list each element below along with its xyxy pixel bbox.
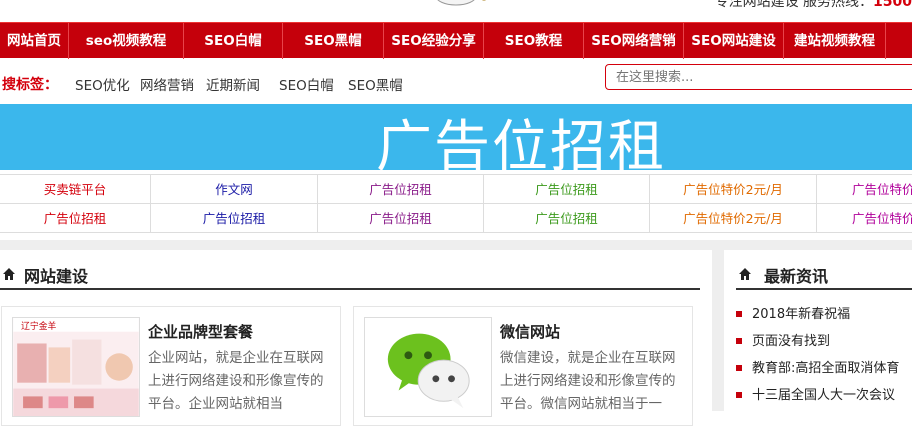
ad-banner[interactable]: 广告位招租 [0,104,912,180]
news-item-title: 2018年新春祝福 [752,307,851,322]
news-item-title: 十三届全国人大一次会议 [752,388,896,403]
search-input[interactable] [616,66,906,88]
link-cell[interactable]: 广告位招租 [151,204,318,233]
main-nav: 网站首页 seo视频教程 SEO白帽 SEO黑帽 SEO经验分享 SEO教程 S… [0,22,912,59]
website-section: 网站建设 辽宁金羊 企业品牌型套餐 企业网站，就是企业在互联网上进行网络建设和形… [0,250,700,426]
link-row: 买卖链平台 作文网 广告位招租 广告位招租 广告位特价2元/月 广告位特价 [0,175,912,204]
nav-seo-marketing[interactable]: SEO网络营销 [584,23,684,59]
home-icon [739,268,751,280]
nav-home[interactable]: 网站首页 [0,23,69,59]
tag-seo-whitehat[interactable]: SEO白帽 [279,74,334,94]
product-card[interactable]: 辽宁金羊 企业品牌型套餐 企业网站，就是企业在互联网上进行网络建设和形像宣传的平… [1,306,341,426]
link-cell[interactable]: 广告位招租 [318,204,484,233]
banner-text: 广告位招租 [376,115,666,180]
link-cell[interactable]: 广告位特价2元/月 [650,175,817,204]
link-cell[interactable]: 广告位招租 [484,175,650,204]
hotline-number: 1500 [873,0,912,10]
section-divider [0,240,912,250]
product-card[interactable]: 微信网站 微信建设，就是企业在互联网上进行网络建设和形像宣传的平台。微信网站就相… [353,306,693,426]
column-gutter [712,250,724,411]
news-section: 最新资讯 [736,250,912,306]
card-desc: 微信建设，就是企业在互联网上进行网络建设和形像宣传的平台。微信网站就相当于一 [500,350,676,412]
card-title: 企业品牌型套餐 [148,323,254,341]
bullet-icon [736,338,742,344]
nav-seo-video[interactable]: seo视频教程 [69,23,184,59]
news-item[interactable]: 2018年新春祝福 [736,306,912,333]
link-cell[interactable]: 买卖链平台 [0,175,151,204]
tag-network-marketing[interactable]: 网络营销 [140,74,194,94]
nav-seo-experience[interactable]: SEO经验分享 [384,23,484,59]
section-header: 网站建设 [0,262,700,290]
tag-seo-optimization[interactable]: SEO优化 [75,74,130,94]
bullet-icon [736,392,742,398]
wechat-icon [364,317,492,417]
tag-seo-blackhat[interactable]: SEO黑帽 [348,74,403,94]
brand-package-thumbnail: 辽宁金羊 [12,317,140,417]
section-title: 网站建设 [24,267,89,286]
link-cell[interactable]: 广告位特价 [817,204,912,233]
logo-cloud-icon [437,0,487,6]
section-title: 最新资讯 [764,267,829,286]
hotline-label: 专注网站建设 服务热线： [714,0,874,10]
link-cell[interactable]: 广告位特价 [817,175,912,204]
news-item[interactable]: 十三届全国人大一次会议 [736,387,912,414]
nav-seo-blackhat[interactable]: SEO黑帽 [283,23,384,59]
section-header: 最新资讯 [736,262,912,290]
news-item[interactable]: 教育部:高招全面取消体育 [736,360,912,387]
link-row: 广告位招租 广告位招租 广告位招租 广告位招租 广告位特价2元/月 广告位特价 [0,204,912,233]
search-box [605,64,912,90]
bullet-icon [736,311,742,317]
svg-text:辽宁金羊: 辽宁金羊 [21,320,56,332]
news-item[interactable]: 页面没有找到 [736,333,912,360]
link-cell[interactable]: 作文网 [151,175,318,204]
nav-build-video[interactable]: 建站视频教程 [784,23,886,59]
bullet-icon [736,365,742,371]
news-item-title: 教育部:高招全面取消体育 [752,361,900,376]
link-cell[interactable]: 广告位特价2元/月 [650,204,817,233]
nav-seo-whitehat[interactable]: SEO白帽 [184,23,283,59]
tag-recent-news[interactable]: 近期新闻 [206,74,260,94]
home-icon [3,268,15,280]
link-cell[interactable]: 广告位招租 [0,204,151,233]
news-list: 2018年新春祝福 页面没有找到 教育部:高招全面取消体育 十三届全国人大一次会… [736,306,912,414]
link-grid: 买卖链平台 作文网 广告位招租 广告位招租 广告位特价2元/月 广告位特价 广告… [0,174,912,233]
link-cell[interactable]: 广告位招租 [318,175,484,204]
top-bar: 专注网站建设 服务热线：1500 [0,0,912,22]
nav-seo-website[interactable]: SEO网站建设 [684,23,784,59]
tags-label: 搜标签： [2,77,58,93]
card-desc: 企业网站，就是企业在互联网上进行网络建设和形像宣传的平台。企业网站就相当 [148,350,324,412]
link-cell[interactable]: 广告位招租 [484,204,650,233]
news-item-title: 页面没有找到 [752,334,831,349]
nav-seo-tutorial[interactable]: SEO教程 [484,23,584,59]
card-title: 微信网站 [500,323,561,341]
hotline: 专注网站建设 服务热线：1500 [715,0,912,11]
